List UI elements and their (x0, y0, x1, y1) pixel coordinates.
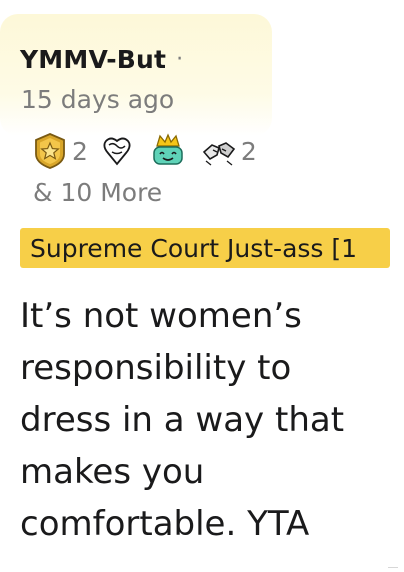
award-item[interactable] (149, 132, 190, 170)
gold-star-shield-icon (35, 133, 65, 169)
comment-timestamp[interactable]: 15 days ago (21, 85, 174, 114)
award-item[interactable]: 2 (31, 132, 88, 170)
user-flair-text: Supreme Court Just-ass [1 (30, 234, 358, 263)
award-item[interactable] (98, 132, 139, 170)
username-link[interactable]: YMMV-But (20, 45, 166, 74)
award-count: 2 (72, 136, 88, 166)
wholesome-hands-icon (103, 137, 131, 166)
meta-separator: · (176, 46, 184, 72)
user-flair: Supreme Court Just-ass [1 (20, 228, 390, 268)
comment-header: YMMV-But · (20, 45, 183, 74)
comment-highlight (0, 14, 272, 136)
comment-body: It’s not women’s responsibility to dress… (20, 296, 345, 544)
awards-row[interactable]: 2 2 (31, 132, 257, 170)
more-awards-link[interactable]: & 10 More (33, 178, 162, 207)
divider (388, 567, 398, 568)
award-count: 2 (240, 136, 257, 166)
fist-bump-icon (202, 142, 236, 166)
award-item[interactable]: 2 (200, 132, 257, 170)
crowned-smiley-icon (153, 133, 183, 165)
